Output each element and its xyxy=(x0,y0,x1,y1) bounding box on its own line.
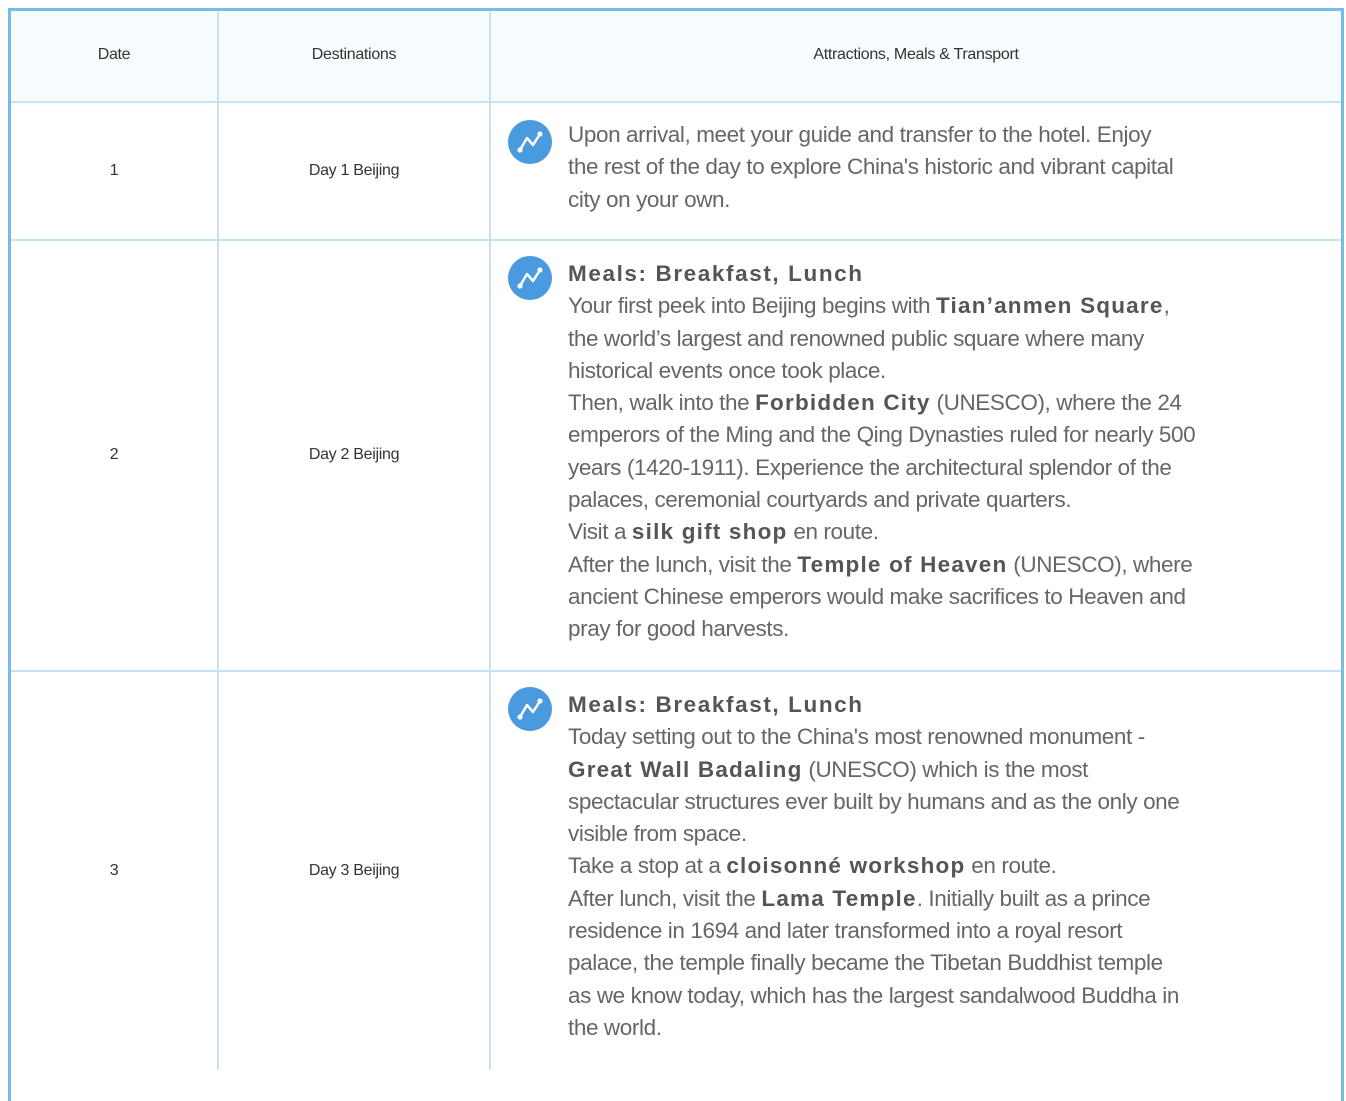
description-line: After lunch, visit the Lama Temple. Init… xyxy=(568,885,1151,911)
row-2-description: Meals: Breakfast, Lunch Your first peek … xyxy=(568,258,1288,646)
description-line: Upon arrival, meet your guide and transf… xyxy=(568,122,1152,147)
highlight-tiananmen: Tian’anmen Square xyxy=(936,293,1164,319)
description-line: Then, walk into the Forbidden City (UNES… xyxy=(568,390,1182,416)
meals-label: Meals: Breakfast, Lunch xyxy=(568,261,864,286)
row-2-date: 2 xyxy=(109,446,119,463)
row-1-date: 1 xyxy=(109,162,119,179)
row-3-date: 3 xyxy=(109,862,119,879)
description-line: as we know today, which has the largest … xyxy=(568,982,1179,1008)
row-3-destination: Day 3 Beijing xyxy=(308,862,400,879)
row-divider xyxy=(11,101,1341,103)
row-2-destination: Day 2 Beijing xyxy=(308,446,400,463)
highlight-lama-temple: Lama Temple xyxy=(761,885,917,911)
description-line: emperors of the Ming and the Qing Dynast… xyxy=(568,422,1196,448)
description-line: Today setting out to the China's most re… xyxy=(568,724,1145,750)
highlight-great-wall: Great Wall Badaling xyxy=(568,756,803,782)
row-1-destination: Day 1 Beijing xyxy=(308,162,400,179)
row-1-description: Upon arrival, meet your guide and transf… xyxy=(568,119,1288,216)
route-icon xyxy=(508,687,552,731)
header-date: Date xyxy=(97,46,131,63)
row-3-description: Meals: Breakfast, Lunch Today setting ou… xyxy=(568,689,1288,1044)
description-line: palace, the temple finally became the Ti… xyxy=(568,950,1163,976)
description-line: palaces, ceremonial courtyards and priva… xyxy=(568,487,1072,513)
route-icon xyxy=(508,120,552,164)
description-line: spectacular structures ever built by hum… xyxy=(568,788,1180,814)
description-line: visible from space. xyxy=(568,821,747,847)
column-divider xyxy=(489,11,491,1070)
header-destinations: Destinations xyxy=(311,46,397,63)
highlight-temple-of-heaven: Temple of Heaven xyxy=(797,551,1008,577)
highlight-forbidden-city: Forbidden City xyxy=(755,390,931,416)
description-line: Take a stop at a cloisonné workshop en r… xyxy=(568,853,1057,879)
meals-label: Meals: Breakfast, Lunch xyxy=(568,692,864,717)
description-line: residence in 1694 and later transformed … xyxy=(568,918,1123,944)
description-line: the rest of the day to explore China's h… xyxy=(568,154,1174,180)
row-divider xyxy=(11,670,1341,672)
description-line: Great Wall Badaling (UNESCO) which is th… xyxy=(568,756,1089,782)
description-line: After the lunch, visit the Temple of Hea… xyxy=(568,551,1193,577)
header-attractions: Attractions, Meals & Transport xyxy=(813,46,1019,63)
row-divider xyxy=(11,239,1341,241)
description-line: Your first peek into Beijing begins with… xyxy=(568,293,1170,319)
description-line: historical events once took place. xyxy=(568,357,886,383)
description-line: pray for good harvests. xyxy=(568,616,789,642)
highlight-cloisonne-workshop: cloisonné workshop xyxy=(726,853,966,879)
description-line: the world. xyxy=(568,1014,662,1040)
description-line: the world’s largest and renowned public … xyxy=(568,325,1144,351)
route-icon xyxy=(508,256,552,300)
description-line: Visit a silk gift shop en route. xyxy=(568,519,879,545)
highlight-silk-gift-shop: silk gift shop xyxy=(631,519,788,545)
description-line: years (1420-1911). Experience the archit… xyxy=(568,454,1172,480)
description-line: ancient Chinese emperors would make sacr… xyxy=(568,583,1186,609)
description-line: city on your own. xyxy=(568,186,731,212)
